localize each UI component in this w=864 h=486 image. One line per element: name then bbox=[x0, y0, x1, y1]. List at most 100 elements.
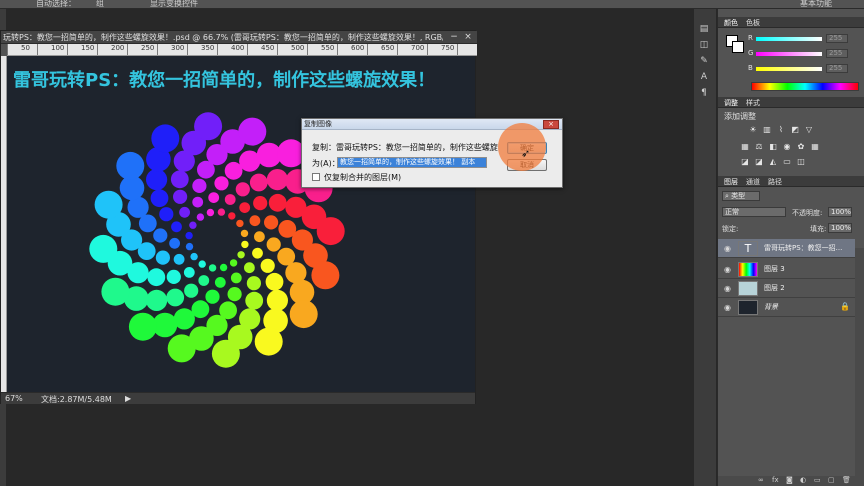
tab-channels[interactable]: 通道 bbox=[746, 177, 760, 187]
brightness-icon[interactable]: ☀ bbox=[748, 125, 758, 134]
hue-saturation-icon[interactable]: ▦ bbox=[740, 142, 750, 151]
levels-icon[interactable]: ▥ bbox=[762, 125, 772, 134]
opacity-field[interactable]: 100% bbox=[828, 207, 852, 217]
link-icon[interactable]: ∞ bbox=[758, 476, 764, 484]
minimize-button[interactable]: − bbox=[449, 32, 459, 42]
tab-styles[interactable]: 样式 bbox=[746, 98, 760, 108]
spiral-dot bbox=[238, 117, 267, 146]
show-transform-checkbox[interactable]: 显示变换控件 bbox=[150, 0, 198, 9]
posterize-icon[interactable]: ◪ bbox=[754, 157, 764, 166]
zoom-level[interactable]: 67% bbox=[5, 394, 23, 403]
spiral-dot bbox=[194, 112, 223, 141]
spiral-dot bbox=[146, 289, 168, 311]
adjustment-layer-icon[interactable]: ◐ bbox=[800, 476, 806, 484]
green-label: G bbox=[748, 49, 754, 57]
dialog-close-button[interactable]: × bbox=[543, 120, 559, 129]
new-layer-icon[interactable]: ▢ bbox=[828, 476, 835, 484]
blend-mode-dropdown[interactable]: 正常 bbox=[722, 207, 786, 217]
spiral-dot bbox=[170, 170, 189, 189]
selective-color-icon[interactable]: ◫ bbox=[796, 157, 806, 166]
spiral-dot bbox=[239, 202, 251, 214]
ruler-mark: 600 bbox=[351, 44, 365, 52]
spiral-dot bbox=[249, 173, 268, 192]
document-size[interactable]: 文档:2.87M/5.48M bbox=[41, 394, 112, 405]
merged-layers-checkbox[interactable] bbox=[312, 173, 320, 181]
auto-select-dropdown[interactable]: 组 bbox=[96, 0, 104, 9]
eye-icon[interactable]: ◉ bbox=[724, 303, 731, 312]
color-lookup-icon[interactable]: ▦ bbox=[810, 142, 820, 151]
layer-row-gradient[interactable]: ◉ 图层 3 bbox=[718, 260, 855, 279]
folder-icon[interactable]: ▭ bbox=[814, 476, 821, 484]
red-label: R bbox=[748, 34, 753, 42]
black-white-icon[interactable]: ◧ bbox=[768, 142, 778, 151]
red-value[interactable]: 255 bbox=[826, 34, 848, 43]
green-value[interactable]: 255 bbox=[826, 49, 848, 58]
workspace-switcher[interactable]: 基本功能 bbox=[800, 0, 832, 9]
close-document-button[interactable]: × bbox=[463, 32, 473, 42]
tab-color[interactable]: 颜色 bbox=[724, 18, 738, 28]
layer-row-background[interactable]: ◉ 背景 🔒 bbox=[718, 298, 855, 317]
dialog-title: 复制图像 bbox=[304, 120, 332, 128]
exposure-icon[interactable]: ◩ bbox=[790, 125, 800, 134]
duplicate-name-input[interactable]: 教您一招简单的，制作这些螺旋效果！ 副本 bbox=[337, 157, 487, 168]
eye-icon[interactable]: ◉ bbox=[724, 244, 731, 253]
fill-label: 填充: bbox=[810, 225, 827, 233]
eye-icon[interactable]: ◉ bbox=[724, 284, 731, 293]
spiral-dot bbox=[230, 272, 242, 284]
threshold-icon[interactable]: ◭ bbox=[768, 157, 778, 166]
layer-row-pattern[interactable]: ◉ 图层 2 bbox=[718, 279, 855, 298]
text-layer-thumb-icon: T bbox=[738, 241, 758, 256]
properties-icon[interactable]: ◫ bbox=[698, 40, 710, 50]
color-spectrum-bar[interactable] bbox=[751, 82, 859, 91]
paragraph-icon[interactable]: ¶ bbox=[698, 88, 710, 98]
red-slider[interactable] bbox=[756, 37, 822, 41]
channel-mixer-icon[interactable]: ✿ bbox=[796, 142, 806, 151]
merged-layers-label[interactable]: 仅复制合并的图层(M) bbox=[324, 172, 401, 183]
auto-select-label[interactable]: 自动选择： bbox=[36, 0, 76, 9]
trash-icon[interactable]: 🗑 bbox=[842, 476, 851, 484]
spiral-dot bbox=[173, 189, 188, 204]
spiral-dot bbox=[214, 176, 229, 191]
character-icon[interactable]: A bbox=[698, 72, 710, 82]
tab-swatches[interactable]: 色板 bbox=[746, 18, 760, 28]
fill-field[interactable]: 100% bbox=[828, 223, 852, 233]
vibrance-icon[interactable]: ▽ bbox=[804, 125, 814, 134]
fx-icon[interactable]: fx bbox=[772, 476, 779, 484]
background-color-swatch[interactable] bbox=[732, 41, 744, 53]
tab-paths[interactable]: 路径 bbox=[768, 177, 782, 187]
document-window: 玩转PS：教您一招简单的，制作这些螺旋效果！.psd @ 66.7% (雷哥玩转… bbox=[0, 30, 477, 405]
gradient-layer-thumb bbox=[738, 262, 758, 277]
color-balance-icon[interactable]: ⚖ bbox=[754, 142, 764, 151]
spiral-dot bbox=[264, 215, 279, 230]
green-slider[interactable] bbox=[756, 52, 822, 56]
history-icon[interactable]: ▤ bbox=[698, 24, 710, 34]
spiral-dot bbox=[237, 251, 245, 259]
ruler-mark: 150 bbox=[81, 44, 95, 52]
layers-scrollbar[interactable] bbox=[855, 248, 864, 476]
blue-slider[interactable] bbox=[756, 67, 822, 71]
spiral-dot bbox=[236, 219, 244, 228]
mask-icon[interactable]: ◙ bbox=[786, 476, 793, 484]
blue-value[interactable]: 255 bbox=[826, 64, 848, 73]
status-menu-arrow-icon[interactable]: ▶ bbox=[125, 394, 131, 403]
spiral-dot bbox=[244, 262, 255, 274]
layer-filter-label: 类型 bbox=[731, 192, 746, 200]
tab-layers[interactable]: 图层 bbox=[724, 177, 738, 187]
brush-icon[interactable]: ✎ bbox=[698, 56, 710, 66]
spiral-dot bbox=[229, 259, 238, 267]
spiral-dot bbox=[316, 217, 345, 246]
eye-icon[interactable]: ◉ bbox=[724, 265, 731, 274]
layer-row-text[interactable]: ◉ T 雷哥玩转PS：教您一招... bbox=[718, 239, 855, 258]
spiral-dot bbox=[266, 289, 288, 311]
gradient-map-icon[interactable]: ▭ bbox=[782, 157, 792, 166]
layer-filter-dropdown[interactable]: ⌕ 类型 bbox=[722, 191, 760, 201]
document-tab[interactable]: 玩转PS：教您一招简单的，制作这些螺旋效果！.psd @ 66.7% (雷哥玩转… bbox=[1, 31, 477, 44]
invert-icon[interactable]: ◪ bbox=[740, 157, 750, 166]
ruler-mark: 450 bbox=[261, 44, 275, 52]
spiral-dot bbox=[219, 263, 228, 272]
canvas[interactable]: 雷哥玩转PS：教您一招简单的，制作这些螺旋效果！ bbox=[7, 56, 475, 392]
tab-adjustments[interactable]: 调整 bbox=[724, 98, 738, 108]
curves-icon[interactable]: ⌇ bbox=[776, 125, 786, 134]
spiral-dot bbox=[266, 169, 288, 191]
photo-filter-icon[interactable]: ◉ bbox=[782, 142, 792, 151]
